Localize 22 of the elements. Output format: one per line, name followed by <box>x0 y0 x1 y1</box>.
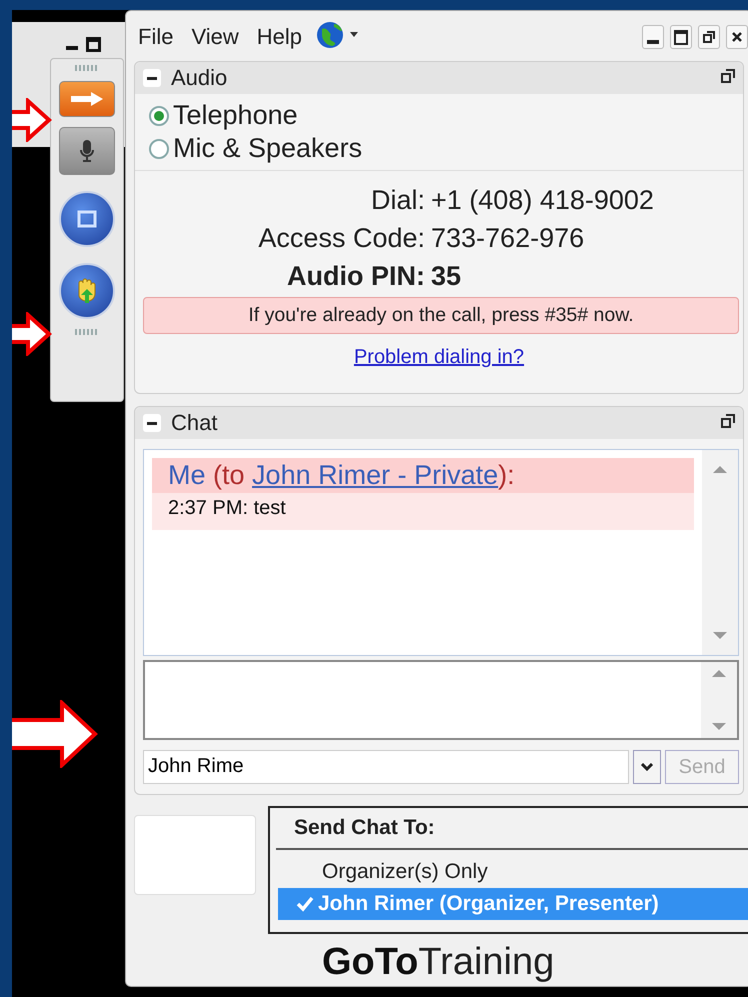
menu-title: Send Chat To: <box>276 808 748 850</box>
menu-item[interactable]: View <box>187 24 243 50</box>
detail-value: 733-762-976 <box>431 222 586 255</box>
logo: GoToTraining <box>322 942 554 982</box>
recipient-dropdown[interactable]: John Rime <box>143 750 629 784</box>
panel-title: Chat <box>171 410 218 436</box>
detail-label: Dial: <box>370 184 425 217</box>
detail-label: Audio PIN: <box>286 260 425 293</box>
radio-option[interactable]: Telephone <box>149 100 729 131</box>
recipient-link[interactable]: John Rimer - Private <box>252 460 498 490</box>
detail-value: +1 (408) 418-9002 <box>431 184 655 217</box>
menu-item[interactable]: Help <box>252 24 306 50</box>
detail-label: Access Code: <box>257 222 425 255</box>
panel-title: Audio <box>171 65 228 91</box>
radio-option[interactable]: Mic & Speakers <box>149 133 729 164</box>
menu-item[interactable]: File <box>134 24 178 50</box>
message-text: 2:37 PM: test <box>167 496 287 521</box>
message-header: Me (to John Rimer - Private): <box>152 458 694 493</box>
menu-option[interactable]: Organizer(s) Only <box>278 856 748 888</box>
detail-value: 35 <box>431 260 462 293</box>
help-link[interactable]: Problem dialing in? <box>354 346 524 368</box>
notice-banner: If you're already on the call, press #35# now. <box>143 297 739 334</box>
